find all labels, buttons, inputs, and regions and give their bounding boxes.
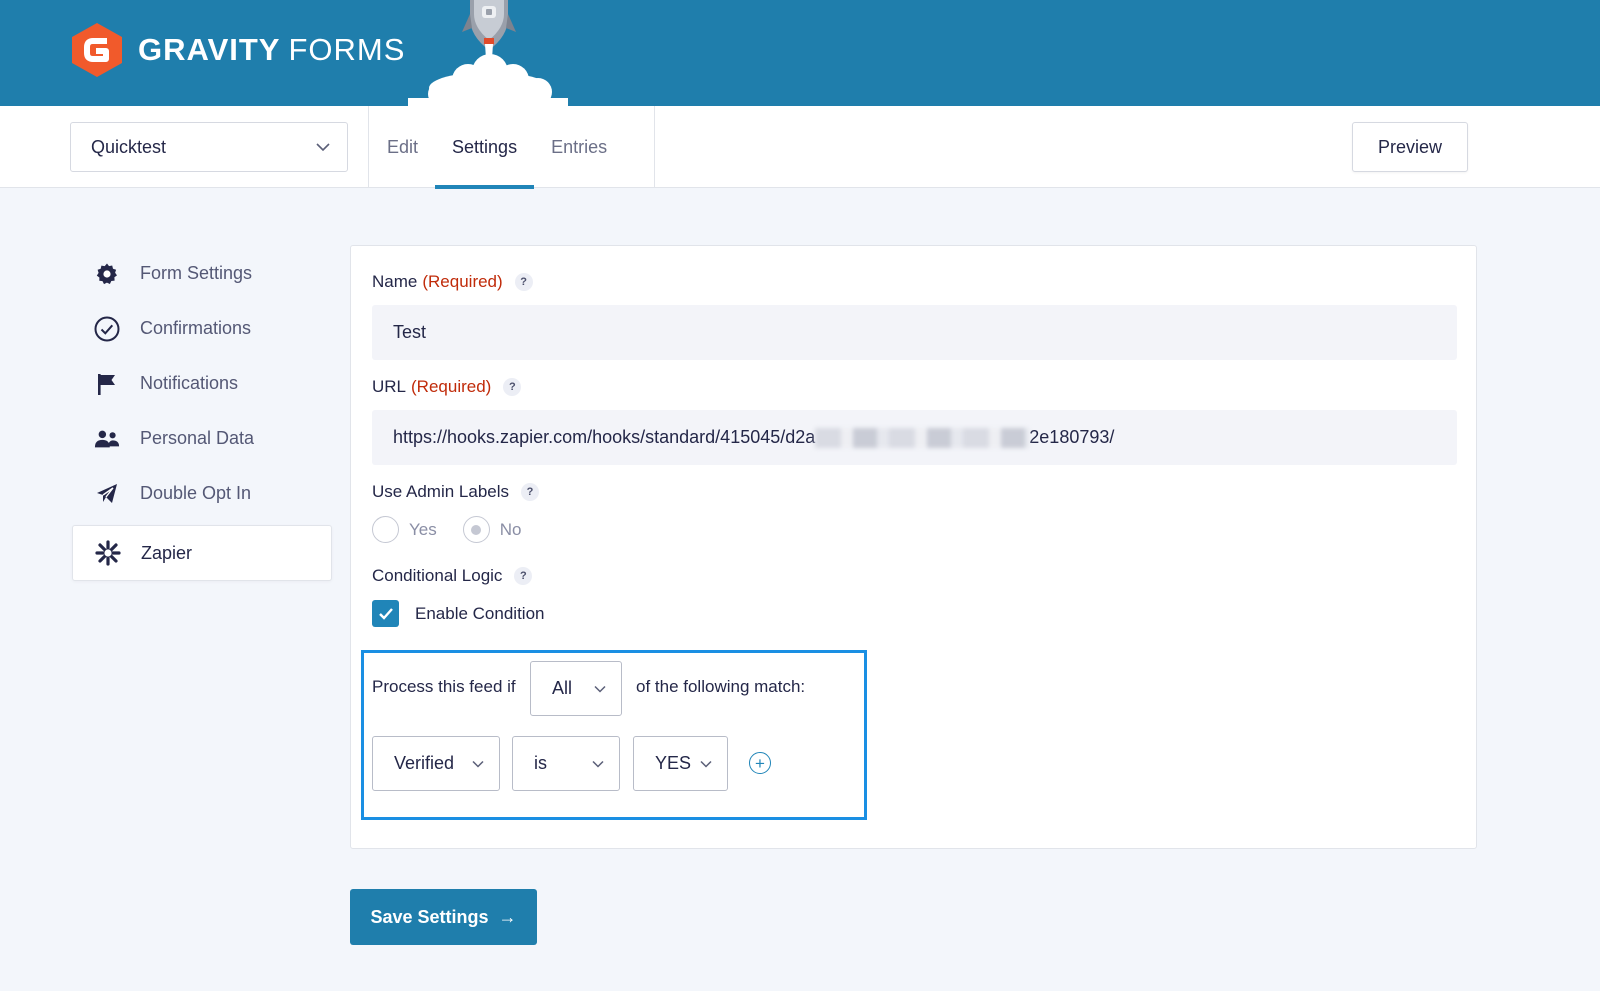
send-icon	[94, 481, 120, 507]
tab-settings-label: Settings	[452, 136, 518, 157]
admin-labels-label-text: Use Admin Labels	[372, 482, 510, 501]
save-settings-button[interactable]: Save Settings →	[350, 889, 537, 945]
conditional-logic-field-label: Conditional Logic ?	[372, 566, 533, 586]
tab-edit[interactable]: Edit	[370, 106, 435, 188]
name-field-label: Name (Required) ?	[372, 272, 533, 292]
enable-condition-row: Enable Condition	[372, 600, 544, 627]
rule-field-value: Verified	[394, 753, 455, 773]
url-label-text: URL	[372, 377, 407, 396]
admin-labels-no-radio[interactable]	[462, 516, 490, 543]
enable-condition-label: Enable Condition	[415, 603, 545, 623]
admin-labels-yes-label: Yes	[409, 519, 437, 539]
chevron-down-icon	[316, 143, 330, 152]
settings-sidebar: Form Settings Confirmations Notification…	[72, 246, 332, 581]
checkmark-icon	[378, 607, 393, 620]
gear-icon	[94, 261, 120, 287]
tab-edit-label: Edit	[387, 136, 419, 157]
zapier-feed-settings-panel: Name (Required) ? Test URL (Required) ? …	[350, 245, 1477, 849]
required-indicator: (Required)	[411, 377, 492, 396]
rocket-illustration	[408, 0, 568, 106]
name-input[interactable]: Test	[372, 305, 1457, 360]
enable-condition-checkbox[interactable]	[372, 600, 399, 627]
help-icon[interactable]: ?	[514, 567, 533, 585]
brand-name-bold: GRAVITY	[138, 32, 281, 67]
sidebar-item-label: Personal Data	[140, 428, 255, 448]
help-icon[interactable]: ?	[503, 378, 522, 396]
tab-entries[interactable]: Entries	[534, 106, 624, 188]
sidebar-item-notifications[interactable]: Notifications	[72, 356, 332, 411]
condition-prefix-text: Process this feed if	[372, 677, 516, 696]
form-toolbar: Quicktest Edit Settings Entries Preview	[0, 106, 1600, 189]
logic-match-value: All	[552, 678, 573, 698]
gravity-forms-logo-icon	[72, 23, 122, 77]
form-switcher-value: Quicktest	[91, 136, 167, 157]
toolbar-divider	[654, 106, 655, 188]
name-input-value: Test	[393, 322, 427, 342]
brand-name-light: FORMS	[288, 32, 406, 67]
sidebar-item-zapier[interactable]: Zapier	[72, 525, 332, 581]
admin-labels-field-label: Use Admin Labels ?	[372, 482, 540, 502]
sidebar-item-personal-data[interactable]: Personal Data	[72, 411, 332, 466]
form-tabs: Edit Settings Entries	[370, 106, 624, 189]
form-switcher-select[interactable]: Quicktest	[70, 122, 348, 172]
required-indicator: (Required)	[422, 272, 503, 291]
logic-match-select[interactable]: All	[530, 661, 622, 716]
sidebar-item-form-settings[interactable]: Form Settings	[72, 246, 332, 301]
sidebar-item-label: Notifications	[140, 373, 239, 393]
plus-icon: +	[755, 753, 765, 773]
arrow-right-icon: →	[498, 906, 517, 927]
rule-value-value: YES	[655, 753, 692, 773]
save-settings-label: Save Settings	[370, 906, 489, 927]
chevron-down-icon	[472, 760, 484, 768]
rule-operator-select[interactable]: is	[512, 736, 620, 791]
zapier-icon	[95, 540, 121, 566]
sidebar-item-double-opt-in[interactable]: Double Opt In	[72, 466, 332, 521]
url-input-value-start: https://hooks.zapier.com/hooks/standard/…	[393, 427, 816, 447]
admin-labels-yes-radio[interactable]	[372, 516, 399, 543]
toolbar-divider	[368, 106, 369, 188]
sidebar-item-confirmations[interactable]: Confirmations	[72, 301, 332, 356]
url-input-value-end: 2e180793/	[1029, 427, 1115, 447]
tab-settings[interactable]: Settings	[435, 106, 535, 189]
gravity-forms-logo[interactable]: GRAVITY FORMS	[70, 22, 405, 78]
name-label-text: Name	[372, 272, 418, 291]
conditional-logic-box: Process this feed if All of the followin…	[361, 650, 867, 820]
help-icon[interactable]: ?	[521, 483, 540, 501]
sidebar-item-label: Zapier	[141, 542, 193, 563]
rule-value-select[interactable]: YES	[633, 736, 728, 791]
rule-operator-value: is	[534, 753, 547, 773]
admin-labels-radio-group: Yes No	[372, 516, 521, 543]
rule-field-select[interactable]: Verified	[372, 736, 500, 791]
url-input[interactable]: https://hooks.zapier.com/hooks/standard/…	[372, 410, 1457, 465]
chevron-down-icon	[592, 760, 604, 768]
preview-button[interactable]: Preview	[1352, 122, 1468, 172]
url-field-label: URL (Required) ?	[372, 377, 522, 397]
conditional-logic-label-text: Conditional Logic	[372, 566, 503, 585]
sidebar-item-label: Confirmations	[140, 318, 252, 338]
help-icon[interactable]: ?	[514, 273, 533, 291]
check-circle-icon	[94, 316, 120, 342]
users-icon	[94, 426, 120, 452]
admin-labels-no-label: No	[499, 519, 522, 539]
condition-suffix-text: of the following match:	[636, 677, 806, 696]
header-bar: GRAVITY FORMS	[0, 0, 1600, 106]
flag-icon	[94, 371, 120, 397]
sidebar-item-label: Form Settings	[140, 263, 253, 283]
tab-entries-label: Entries	[551, 136, 608, 157]
redacted-url-segment	[815, 427, 1030, 448]
add-rule-button[interactable]: +	[749, 752, 771, 774]
chevron-down-icon	[594, 685, 606, 693]
sidebar-item-label: Double Opt In	[140, 483, 252, 503]
chevron-down-icon	[700, 760, 712, 768]
